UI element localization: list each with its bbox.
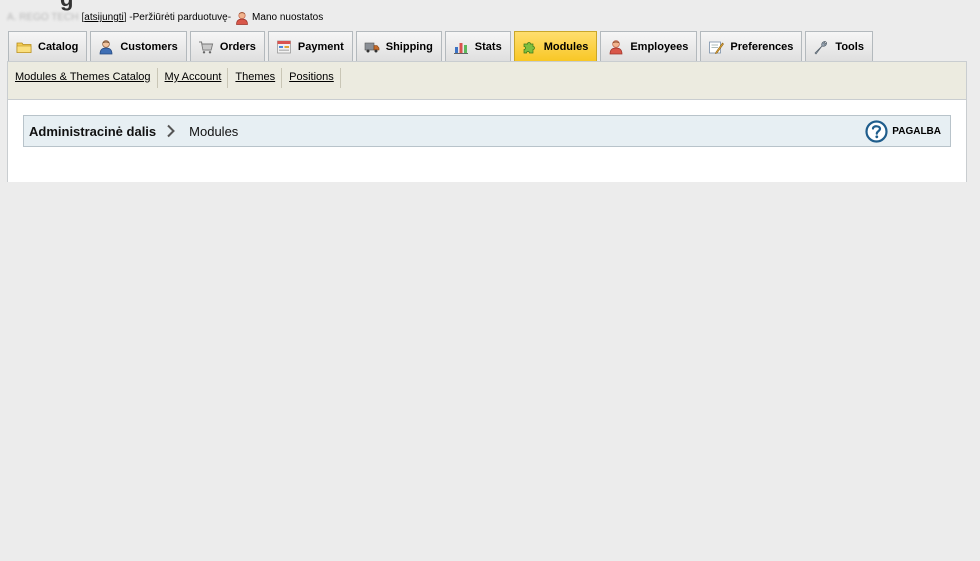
folder-icon — [16, 39, 32, 55]
top-bar: A. REGO TECH [ atsijungti ] - Peržiūrėti… — [7, 11, 323, 25]
help-label: PAGALBA — [892, 126, 941, 137]
tab-payment[interactable]: Payment — [267, 31, 353, 62]
breadcrumb-root[interactable]: Administracinė dalis — [29, 124, 156, 139]
logout-bracket-close: ] - — [123, 12, 133, 23]
tab-shipping[interactable]: Shipping — [355, 31, 442, 62]
breadcrumb: Administracinė dalis Modules PAGALBA — [23, 115, 951, 147]
tab-label: Catalog — [38, 41, 79, 53]
subnav-modules-themes-catalog[interactable]: Modules & Themes Catalog — [8, 68, 158, 88]
preferences-icon — [708, 39, 725, 55]
subnav-my-account[interactable]: My Account — [158, 68, 229, 88]
tab-label: Payment — [297, 41, 344, 53]
puzzle-icon — [522, 39, 538, 55]
main-tabs: Catalog Customers Orders Payment Shippin… — [8, 31, 876, 62]
tab-label: Stats — [474, 41, 502, 53]
header-separator: - — [227, 12, 232, 23]
tab-label: Orders — [219, 41, 256, 53]
tab-label: Tools — [835, 41, 864, 53]
subnav-themes[interactable]: Themes — [228, 68, 283, 88]
tab-catalog[interactable]: Catalog — [8, 31, 88, 62]
my-preferences-link[interactable]: Mano nuostatos — [252, 11, 323, 25]
employee-icon — [608, 39, 624, 55]
tab-label: Customers — [120, 41, 178, 53]
chevron-right-icon — [166, 124, 176, 138]
tab-customers[interactable]: Customers — [90, 31, 187, 62]
tab-employees[interactable]: Employees — [600, 31, 698, 62]
tab-tools[interactable]: Tools — [805, 31, 873, 62]
tab-stats[interactable]: Stats — [444, 31, 511, 62]
tab-label: Shipping — [385, 41, 433, 53]
help-button[interactable]: PAGALBA — [865, 120, 941, 143]
sub-navigation: Modules & Themes Catalog My Account Them… — [7, 61, 967, 100]
help-icon — [865, 120, 888, 143]
tab-orders[interactable]: Orders — [189, 31, 265, 62]
tab-label: Preferences — [730, 41, 794, 53]
breadcrumb-current: Modules — [189, 123, 239, 139]
customer-icon — [98, 39, 114, 55]
payment-icon — [276, 39, 292, 55]
user-icon — [235, 11, 249, 25]
shop-name: A. REGO TECH — [7, 12, 79, 23]
wrench-icon — [813, 39, 829, 55]
tab-preferences[interactable]: Preferences — [700, 31, 803, 62]
subnav-positions[interactable]: Positions — [282, 68, 341, 88]
tab-modules[interactable]: Modules — [513, 31, 598, 62]
logout-link[interactable]: atsijungti — [84, 11, 123, 25]
cart-icon — [198, 39, 214, 55]
view-shop-link[interactable]: Peržiūrėti parduotuvę — [133, 11, 228, 25]
chart-icon — [453, 39, 469, 55]
tab-label: Modules — [543, 41, 589, 53]
tab-label: Employees — [630, 41, 689, 53]
truck-icon — [364, 39, 380, 55]
